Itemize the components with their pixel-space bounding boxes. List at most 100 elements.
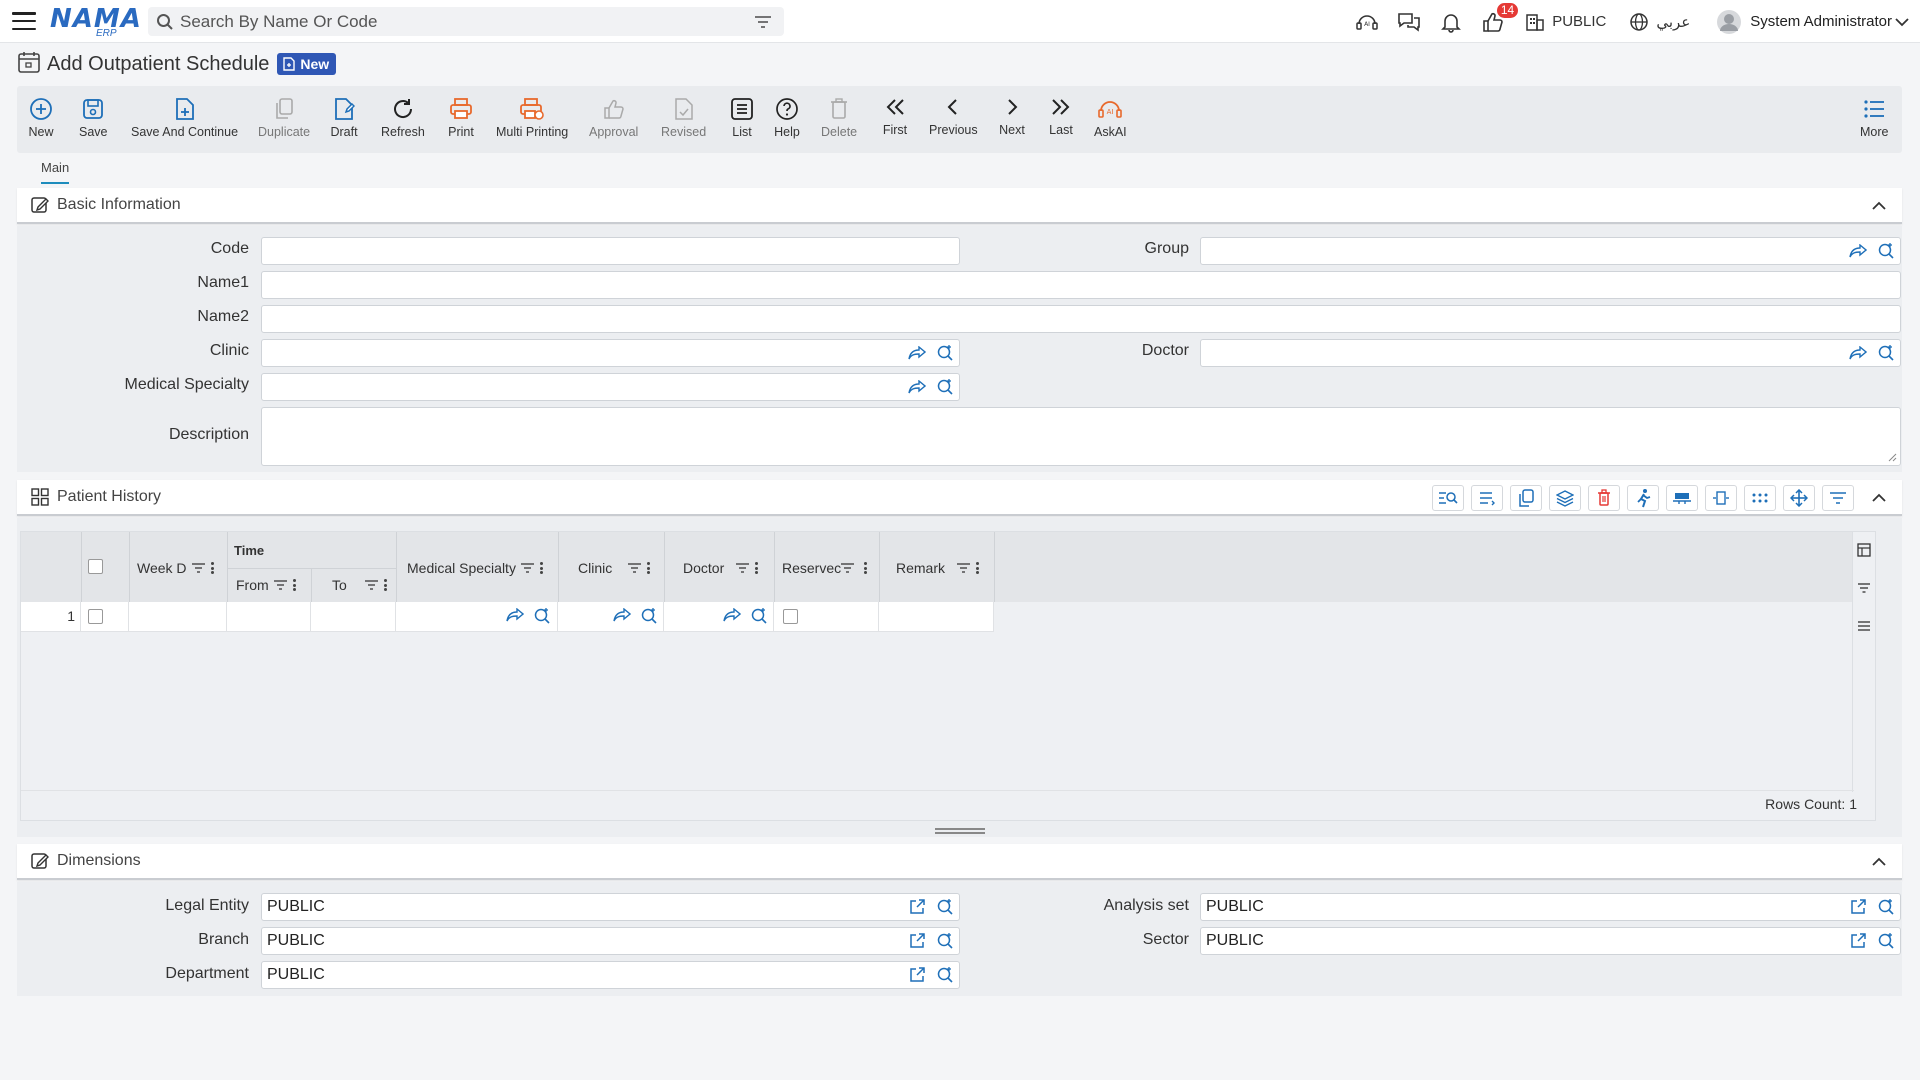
analysis-set-field[interactable]: PUBLIC — [1200, 893, 1901, 921]
approval-button[interactable]: Approval — [589, 96, 638, 139]
share-arrow-icon[interactable] — [613, 607, 632, 627]
column-medical-specialty[interactable]: Medical Specialty — [407, 560, 543, 576]
ai-assistant-icon[interactable]: AI — [1354, 9, 1380, 35]
likes-icon[interactable]: 14 — [1480, 2, 1519, 35]
refresh-button[interactable]: Refresh — [381, 96, 425, 139]
first-button[interactable]: First — [881, 94, 909, 137]
column-menu-icon[interactable] — [210, 562, 214, 574]
multi-printing-button[interactable]: Multi Printing — [496, 96, 568, 139]
patient-history-header[interactable]: Patient History — [17, 480, 1902, 516]
fit-columns-icon[interactable] — [1705, 485, 1737, 511]
delete-row-icon[interactable] — [1588, 485, 1620, 511]
column-reserved[interactable]: Reservec — [782, 560, 868, 576]
lookup-search-icon[interactable] — [533, 607, 551, 630]
group-field[interactable] — [1200, 237, 1901, 265]
column-doctor[interactable]: Doctor — [683, 560, 759, 576]
chat-icon[interactable] — [1396, 9, 1422, 35]
columns-panel-icon[interactable] — [1856, 542, 1872, 558]
doctor-field[interactable] — [1200, 339, 1901, 367]
tab-main[interactable]: Main — [41, 160, 70, 184]
lookup-search-icon[interactable] — [935, 344, 955, 362]
lookup-search-icon[interactable] — [750, 607, 768, 630]
save-and-continue-button[interactable]: Save And Continue — [131, 96, 238, 139]
column-filter-icon[interactable] — [957, 563, 971, 573]
cell-from[interactable] — [227, 602, 311, 632]
column-filter-icon[interactable] — [628, 563, 642, 573]
previous-button[interactable]: Previous — [929, 94, 978, 137]
menu-icon[interactable] — [12, 12, 36, 30]
column-menu-icon[interactable] — [647, 562, 651, 574]
select-all-checkbox[interactable] — [88, 559, 103, 574]
column-filter-icon[interactable] — [520, 563, 534, 573]
external-link-icon[interactable] — [907, 932, 927, 950]
column-filter-icon[interactable] — [191, 563, 205, 573]
lookup-search-icon[interactable] — [1876, 898, 1896, 916]
column-menu-icon[interactable] — [755, 562, 759, 574]
column-from[interactable]: From — [236, 577, 296, 593]
column-filter-icon[interactable] — [364, 580, 378, 590]
column-menu-icon[interactable] — [864, 562, 868, 574]
column-clinic[interactable]: Clinic — [578, 560, 651, 576]
chevron-up-icon[interactable] — [1870, 197, 1888, 215]
external-link-icon[interactable] — [1848, 898, 1868, 916]
description-textarea[interactable] — [261, 407, 1901, 466]
cell-remark[interactable] — [879, 602, 994, 632]
cell-to[interactable] — [311, 602, 396, 632]
save-button[interactable]: Save — [79, 96, 108, 139]
resize-grip-icon[interactable] — [1887, 452, 1897, 462]
column-week-day[interactable]: Week D — [137, 560, 214, 576]
legal-entity-field[interactable]: PUBLIC — [261, 893, 960, 921]
lookup-search-icon[interactable] — [1876, 344, 1896, 362]
delete-button[interactable]: Delete — [821, 96, 857, 139]
grid-search-icon[interactable] — [1432, 485, 1464, 511]
sector-field[interactable]: PUBLIC — [1200, 927, 1901, 955]
name2-field[interactable] — [261, 305, 1901, 333]
share-arrow-icon[interactable] — [506, 607, 525, 627]
more-button[interactable]: More — [1860, 96, 1888, 139]
chevron-up-icon[interactable] — [1870, 853, 1888, 871]
draft-button[interactable]: Draft — [330, 96, 358, 139]
share-arrow-icon[interactable] — [723, 607, 742, 627]
layers-icon[interactable] — [1549, 485, 1581, 511]
external-link-icon[interactable] — [1848, 932, 1868, 950]
branch-field[interactable]: PUBLIC — [261, 927, 960, 955]
external-link-icon[interactable] — [907, 966, 927, 984]
lookup-search-icon[interactable] — [1876, 242, 1896, 260]
basic-information-header[interactable]: Basic Information — [17, 188, 1902, 224]
column-filter-icon[interactable] — [841, 563, 855, 573]
column-filter-icon[interactable] — [736, 563, 750, 573]
move-icon[interactable] — [1783, 485, 1815, 511]
share-arrow-icon[interactable] — [1848, 242, 1868, 260]
chevron-up-icon[interactable] — [1870, 489, 1888, 507]
column-menu-icon[interactable] — [539, 562, 543, 574]
search-filter-icon[interactable] — [750, 11, 776, 33]
next-button[interactable]: Next — [998, 94, 1026, 137]
help-button[interactable]: Help — [773, 96, 801, 139]
column-menu-icon[interactable] — [292, 579, 296, 591]
duplicate-button[interactable]: Duplicate — [258, 96, 310, 139]
lookup-search-icon[interactable] — [935, 966, 955, 984]
dots-grid-icon[interactable] — [1744, 485, 1776, 511]
last-button[interactable]: Last — [1047, 94, 1075, 137]
filter-panel-icon[interactable] — [1856, 580, 1872, 596]
lookup-search-icon[interactable] — [935, 378, 955, 396]
lookup-search-icon[interactable] — [935, 932, 955, 950]
clinic-field[interactable] — [261, 339, 960, 367]
column-menu-icon[interactable] — [383, 579, 387, 591]
bell-icon[interactable] — [1438, 9, 1464, 35]
language-switch[interactable]: عربي — [1656, 13, 1690, 31]
chevron-down-icon[interactable] — [1894, 9, 1910, 35]
lookup-search-icon[interactable] — [935, 898, 955, 916]
search-input[interactable] — [180, 11, 750, 32]
share-arrow-icon[interactable] — [1848, 344, 1868, 362]
list-button[interactable]: List — [728, 96, 756, 139]
code-field[interactable] — [261, 237, 960, 265]
column-to[interactable]: To — [332, 577, 387, 593]
user-avatar-icon[interactable] — [1716, 9, 1742, 35]
copy-row-icon[interactable] — [1510, 485, 1542, 511]
section-resize-handle[interactable] — [935, 828, 985, 834]
freeze-columns-icon[interactable] — [1666, 485, 1698, 511]
runner-icon[interactable] — [1627, 485, 1659, 511]
askai-button[interactable]: AI AskAI — [1094, 96, 1127, 139]
dimensions-header[interactable]: Dimensions — [17, 844, 1902, 880]
